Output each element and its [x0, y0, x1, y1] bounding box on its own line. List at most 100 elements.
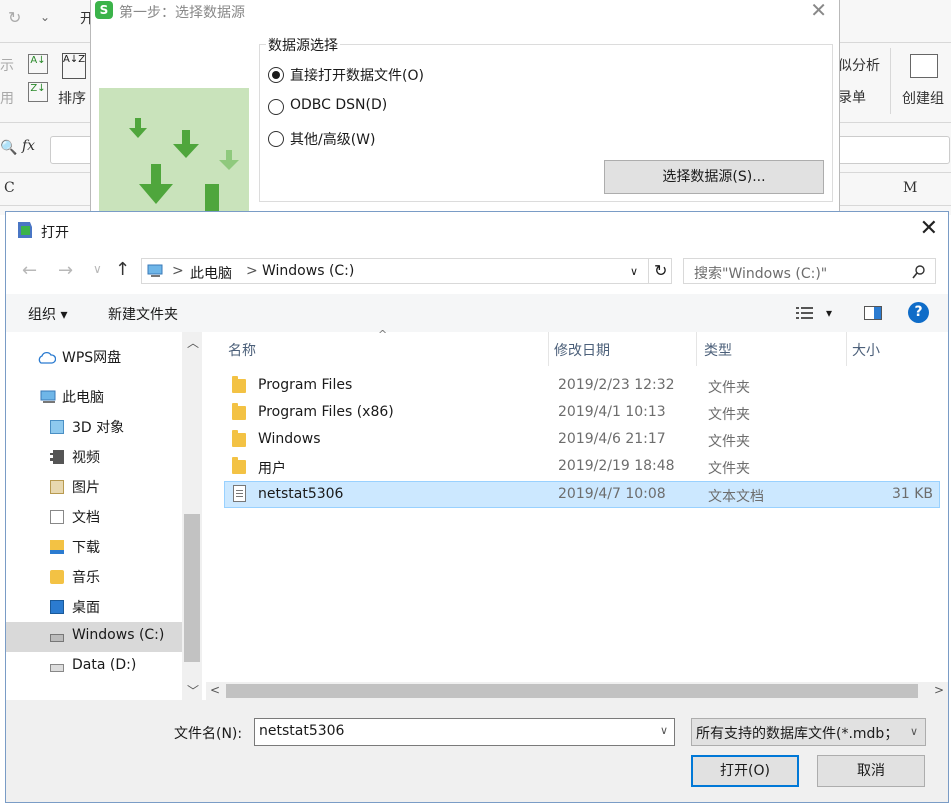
sidebar-item-wps-drive[interactable]: WPS网盘: [6, 342, 182, 372]
dialog-close-button[interactable]: ✕: [920, 216, 938, 241]
sort-icon[interactable]: A↓Z: [62, 53, 86, 79]
sort-button[interactable]: 排序: [58, 88, 86, 108]
file-list-hscrollbar[interactable]: < >: [206, 682, 948, 700]
help-icon[interactable]: ?: [908, 302, 929, 323]
command-bar: 组织 ▾ 新建文件夹 ▾ ?: [6, 294, 948, 332]
down-arrows-icon: [129, 118, 239, 214]
computer-icon: [40, 390, 56, 403]
record-form-button[interactable]: 录单: [838, 87, 866, 107]
breadcrumb-this-pc[interactable]: 此电脑: [190, 263, 232, 283]
dialog-footer: 文件名(N): netstat5306 ∨ 所有支持的数据库文件(*.mdb； …: [6, 700, 948, 802]
create-group-button[interactable]: 创建组: [902, 88, 944, 108]
filetype-dropdown-icon[interactable]: ∨: [903, 719, 925, 745]
file-type: 文件夹: [708, 407, 750, 423]
file-size: 31 KB: [891, 486, 933, 502]
sidebar-item-label: Windows (C:): [72, 627, 165, 643]
search-input[interactable]: 搜索"Windows (C:)": [683, 258, 936, 284]
scroll-left-icon[interactable]: <: [210, 683, 220, 697]
radio-open-file-label[interactable]: 直接打开数据文件(O): [290, 65, 424, 85]
filename-input[interactable]: netstat5306 ∨: [254, 718, 675, 746]
breadcrumb-windows-c[interactable]: Windows (C:): [262, 263, 354, 279]
column-header-name[interactable]: 名称: [228, 340, 256, 360]
up-button[interactable]: ↑: [115, 259, 130, 280]
scrollbar-thumb[interactable]: [184, 514, 200, 662]
redo-icon[interactable]: ↻: [8, 8, 21, 27]
radio-open-file[interactable]: [268, 67, 284, 83]
scroll-up-icon[interactable]: ︿: [187, 334, 199, 351]
sidebar-item-label: 桌面: [72, 600, 100, 616]
column-header-date[interactable]: 修改日期: [554, 340, 610, 360]
file-row[interactable]: Program Files 2019/2/23 12:32 文件夹: [224, 373, 940, 400]
sidebar-item-label: 此电脑: [62, 390, 104, 406]
radio-advanced-label[interactable]: 其他/高级(W): [290, 129, 375, 149]
forward-button[interactable]: →: [58, 260, 73, 281]
wizard-close-button[interactable]: ✕: [810, 0, 827, 22]
file-row[interactable]: Windows 2019/4/6 21:17 文件夹: [224, 427, 940, 454]
filename-dropdown-icon[interactable]: ∨: [660, 724, 668, 737]
organize-button[interactable]: 组织 ▾: [28, 304, 67, 324]
filetype-select[interactable]: 所有支持的数据库文件(*.mdb； ∨: [691, 718, 926, 746]
file-row[interactable]: Program Files (x86) 2019/4/1 10:13 文件夹: [224, 400, 940, 427]
what-if-analysis-button[interactable]: 似分析: [838, 55, 880, 75]
sidebar-item-videos[interactable]: 视频: [6, 442, 182, 472]
sidebar-item-label: 文档: [72, 510, 100, 526]
navigation-scrollbar[interactable]: ︿ ﹀: [182, 332, 202, 700]
breadcrumb-separator: >: [172, 263, 184, 279]
preview-pane-icon[interactable]: [864, 306, 882, 320]
sidebar-item-this-pc[interactable]: 此电脑: [6, 382, 182, 412]
sidebar-item-music[interactable]: 音乐: [6, 562, 182, 592]
group-icon[interactable]: [910, 54, 938, 78]
scroll-right-icon[interactable]: >: [934, 683, 944, 697]
radio-odbc[interactable]: [268, 99, 284, 115]
sidebar-item-data-d[interactable]: Data (D:): [6, 652, 182, 682]
sort-desc-icon[interactable]: Z↓: [28, 82, 48, 102]
picture-icon: [50, 480, 64, 494]
file-date: 2019/4/1 10:13: [558, 404, 666, 420]
column-header-c[interactable]: C: [4, 180, 15, 196]
file-row-selected[interactable]: netstat5306 2019/4/7 10:08 文本文档 31 KB: [224, 481, 940, 508]
zoom-icon[interactable]: 🔍: [0, 140, 17, 156]
address-dropdown-icon[interactable]: ∨: [630, 265, 638, 278]
download-icon: [50, 540, 64, 554]
sidebar-item-documents[interactable]: 文档: [6, 502, 182, 532]
search-icon[interactable]: [912, 265, 926, 279]
cancel-button[interactable]: 取消: [817, 755, 925, 787]
sidebar-item-downloads[interactable]: 下载: [6, 532, 182, 562]
select-data-source-button[interactable]: 选择数据源(S)...: [604, 160, 824, 194]
column-header-type[interactable]: 类型: [704, 340, 732, 360]
cloud-icon: [38, 351, 56, 364]
sort-asc-icon[interactable]: A↓: [28, 54, 48, 74]
folder-icon: [232, 430, 246, 447]
scroll-down-icon[interactable]: ﹀: [187, 682, 199, 699]
sidebar-item-3d-objects[interactable]: 3D 对象: [6, 412, 182, 442]
dialog-title: 打开: [41, 225, 69, 241]
column-header-m[interactable]: M: [903, 180, 917, 196]
file-row[interactable]: 用户 2019/2/19 18:48 文件夹: [224, 454, 940, 481]
file-type: 文件夹: [708, 461, 750, 477]
column-header-size[interactable]: 大小: [852, 340, 880, 360]
sidebar-item-windows-c[interactable]: Windows (C:): [6, 622, 182, 652]
file-type: 文件夹: [708, 434, 750, 450]
recent-dropdown-button[interactable]: ∨: [93, 262, 102, 276]
file-date: 2019/2/19 18:48: [558, 458, 675, 474]
file-name: Windows: [258, 431, 321, 447]
new-folder-button[interactable]: 新建文件夹: [108, 304, 178, 324]
address-bar[interactable]: > 此电脑 > Windows (C:) ∨ ↻: [141, 258, 672, 284]
radio-odbc-label[interactable]: ODBC DSN(D): [290, 97, 387, 113]
sidebar-item-label: 音乐: [72, 570, 100, 586]
fx-icon[interactable]: fx: [22, 138, 35, 154]
folder-icon: [232, 403, 246, 420]
view-list-icon[interactable]: [796, 306, 814, 320]
scrollbar-thumb[interactable]: [226, 684, 918, 698]
sidebar-item-pictures[interactable]: 图片: [6, 472, 182, 502]
back-button[interactable]: ←: [22, 260, 37, 281]
app-icon: [18, 222, 32, 238]
view-dropdown-icon[interactable]: ▾: [826, 306, 832, 320]
text-file-icon: [233, 485, 246, 502]
file-date: 2019/4/6 21:17: [558, 431, 666, 447]
open-button[interactable]: 打开(O): [691, 755, 799, 787]
refresh-icon[interactable]: ↻: [654, 261, 667, 280]
radio-advanced[interactable]: [268, 131, 284, 147]
sidebar-item-desktop[interactable]: 桌面: [6, 592, 182, 622]
chevron-down-icon[interactable]: ⌄: [40, 10, 50, 24]
